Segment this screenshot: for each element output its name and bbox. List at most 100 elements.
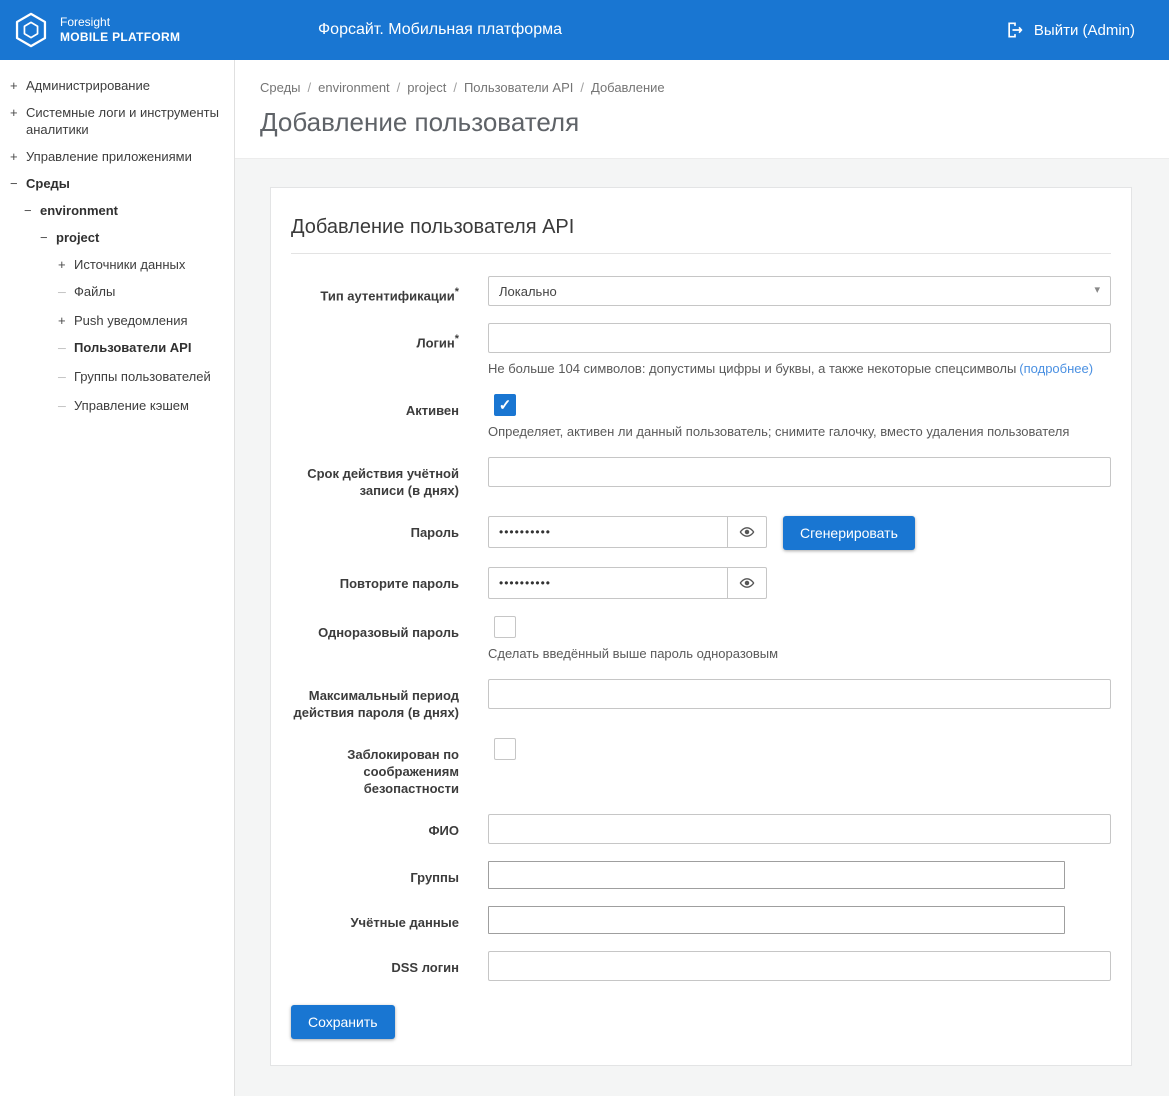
minus-icon [40,229,56,246]
sidebar-item-label: Источники данных [74,256,185,273]
active-row: Активен Определяет, активен ли данный по… [291,394,1111,440]
login-hint-link[interactable]: (подробнее) [1019,361,1093,376]
password-repeat-row: Повторите пароль [291,567,1111,599]
sidebar-item-environments[interactable]: Среды [0,170,234,197]
sidebar-item-label: Пользователи API [74,339,191,356]
dss-login-input[interactable] [488,951,1111,981]
password-ttl-input[interactable] [488,679,1111,709]
breadcrumb-api-users[interactable]: Пользователи API [464,80,573,95]
form-card: Добавление пользователя API Тип аутентиф… [270,187,1132,1066]
generate-password-button[interactable]: Сгенерировать [783,516,915,550]
sidebar-item-label: Файлы [74,283,115,300]
dss-login-row: DSS логин [291,951,1111,981]
plus-icon [58,312,74,329]
eye-icon [738,523,756,541]
chevron-down-icon [1094,283,1100,296]
sidebar-item-label: Администрирование [26,77,150,94]
blocked-label: Заблокирован по соображениям безопастнос… [291,738,459,797]
password-ttl-row: Максимальный период действия пароля (в д… [291,679,1111,721]
breadcrumb-separator: / [453,80,457,95]
account-ttl-label: Срок действия учётной записи (в днях) [291,457,459,499]
plus-icon [10,77,26,94]
logo-title: Foresight [60,15,180,30]
tree-branch-icon [58,283,74,302]
sidebar-item-app-management[interactable]: Управление приложениями [0,143,234,170]
minus-icon [24,202,40,219]
plus-icon [58,256,74,273]
sidebar-item-system-logs[interactable]: Системные логи и инструменты аналитики [0,99,234,143]
content-background: Добавление пользователя API Тип аутентиф… [235,158,1169,1096]
active-label: Активен [291,394,459,440]
app-title: Форсайт. Мобильная платформа [318,21,562,39]
sidebar-item-files[interactable]: Файлы [0,278,234,307]
sidebar-item-environment[interactable]: environment [0,197,234,224]
sidebar-item-project[interactable]: project [0,224,234,251]
groups-input[interactable] [488,861,1065,889]
password-repeat-input[interactable] [488,567,728,599]
breadcrumb-separator: / [397,80,401,95]
sidebar-item-label: Управление приложениями [26,148,192,165]
breadcrumb: Среды / environment / project / Пользователи A… [235,60,1169,95]
sidebar-item-label: project [56,229,99,246]
blocked-row: Заблокирован по соображениям безопастнос… [291,738,1111,797]
login-label: Логин* [291,323,459,377]
page-title: Добавление пользователя [260,107,1169,138]
auth-type-row: Тип аутентификации* Локально [291,276,1111,306]
sidebar-item-user-groups[interactable]: Группы пользователей [0,363,234,392]
sidebar-item-push-notifications[interactable]: Push уведомления [0,307,234,334]
sidebar-item-data-sources[interactable]: Источники данных [0,251,234,278]
sidebar-item-label: Системные логи и инструменты аналитики [26,104,226,138]
show-password-button[interactable] [728,516,767,548]
show-password-repeat-button[interactable] [728,567,767,599]
password-input[interactable] [488,516,728,548]
breadcrumb-project[interactable]: project [407,80,446,95]
fio-input[interactable] [488,814,1111,844]
groups-row: Группы [291,861,1111,889]
blocked-checkbox[interactable] [494,738,516,760]
eye-icon [738,574,756,592]
page-root: Foresight MOBILE PLATFORM Форсайт. Мобил… [0,0,1169,1096]
credentials-input[interactable] [488,906,1065,934]
active-checkbox[interactable] [494,394,516,416]
required-asterisk: * [455,286,459,298]
logout-label: Выйти (Admin) [1034,22,1135,39]
main-content: Среды / environment / project / Пользователи A… [235,60,1169,1096]
app-logo: Foresight MOBILE PLATFORM [0,11,180,49]
credentials-label: Учётные данные [291,906,459,934]
one-time-password-label: Одноразовый пароль [291,616,459,662]
one-time-password-checkbox[interactable] [494,616,516,638]
fio-label: ФИО [291,814,459,844]
breadcrumb-current: Добавление [591,80,665,95]
sidebar-item-cache-management[interactable]: Управление кэшем [0,392,234,421]
sidebar-item-label: Push уведомления [74,312,188,329]
save-button[interactable]: Сохранить [291,1005,395,1039]
breadcrumb-separator: / [308,80,312,95]
credentials-row: Учётные данные [291,906,1111,934]
save-row: Сохранить [291,1005,1111,1039]
plus-icon [10,148,26,165]
one-time-password-hint: Сделать введённый выше пароль одноразовы… [488,646,1111,662]
groups-label: Группы [291,861,459,889]
minus-icon [10,175,26,192]
sidebar-item-label: environment [40,202,118,219]
password-ttl-label: Максимальный период действия пароля (в д… [291,679,459,721]
breadcrumb-environment[interactable]: environment [318,80,390,95]
account-ttl-input[interactable] [488,457,1111,487]
sidebar-item-label: Среды [26,175,70,192]
sidebar-item-administration[interactable]: Администрирование [0,72,234,99]
fio-row: ФИО [291,814,1111,844]
auth-type-select[interactable]: Локально [488,276,1111,306]
logout-button[interactable]: Выйти (Admin) [1005,0,1135,60]
logo-subtitle: MOBILE PLATFORM [60,30,180,45]
login-row: Логин* Не больше 104 символов: допустимы… [291,323,1111,377]
logout-icon [1005,20,1025,40]
login-input[interactable] [488,323,1111,353]
active-hint: Определяет, активен ли данный пользовате… [488,424,1111,440]
foresight-logo-icon [12,11,50,49]
plus-icon [10,104,26,121]
sidebar-item-api-users[interactable]: Пользователи API [0,334,234,363]
sidebar-item-label: Управление кэшем [74,397,189,414]
breadcrumb-environments[interactable]: Среды [260,80,301,95]
tree-branch-icon [58,368,74,387]
password-repeat-label: Повторите пароль [291,567,459,599]
